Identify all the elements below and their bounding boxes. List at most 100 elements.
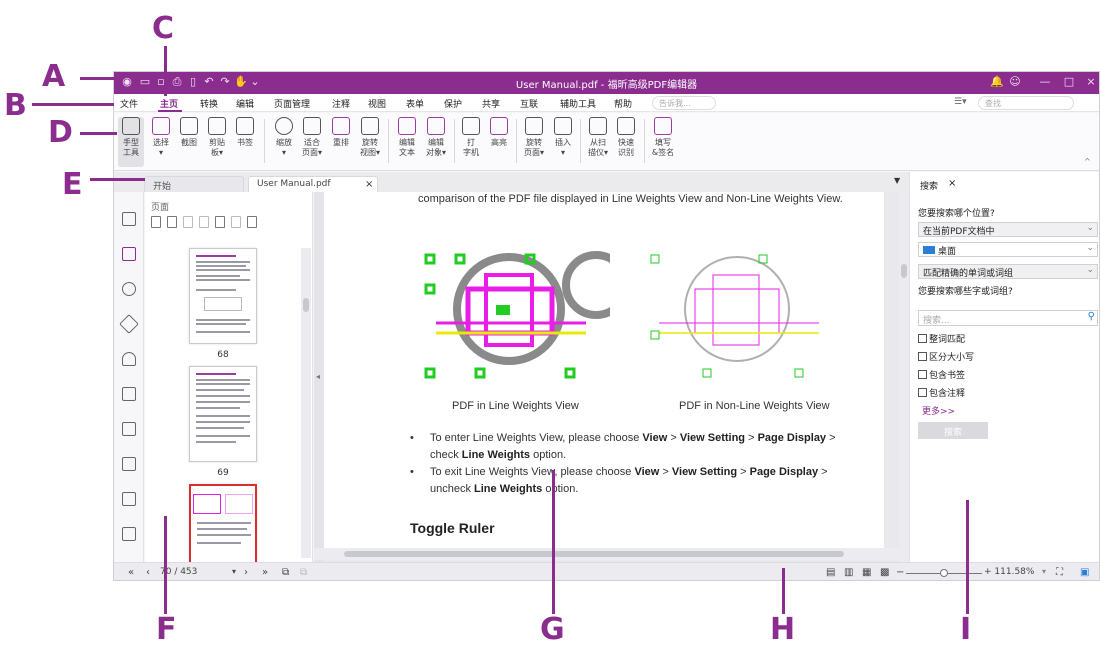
tab-start[interactable]: 开始 [144,176,244,192]
read-mode-icon[interactable]: ▣ [1080,567,1089,578]
menu-edit[interactable]: 编辑 [236,97,254,110]
menu-file[interactable]: 文件 [120,97,138,110]
page-tool-icon[interactable] [247,216,257,228]
next-page-icon[interactable]: › [244,567,248,578]
whole-word-checkbox[interactable]: 整词匹配 [918,332,965,345]
menu-convert[interactable]: 转换 [200,97,218,110]
menu-view[interactable]: 视图 [368,97,386,110]
minimize-icon[interactable]: — [1038,75,1052,89]
account-icon[interactable]: ☺ [1008,75,1022,89]
menu-connect[interactable]: 互联 [520,97,538,110]
bookmark-button[interactable]: 书签 [234,117,256,148]
page-dropdown-icon[interactable]: ▾ [232,567,236,576]
signature-panel-icon[interactable] [122,422,136,436]
case-sensitive-checkbox[interactable]: 区分大小写 [918,350,974,363]
search-button[interactable]: 搜索 [918,422,988,439]
zoom-button[interactable]: 缩放 ▾ [272,117,296,158]
hand-tool-button[interactable]: 手型 工具 [118,117,144,167]
insert-button[interactable]: 插入 ▾ [552,117,574,158]
menu-share[interactable]: 共享 [482,97,500,110]
search-folder-select[interactable]: 桌面 ⌄ [918,242,1098,257]
typewriter-button[interactable]: 打 字机 [460,117,482,158]
page-tool-icon[interactable] [231,216,241,228]
page-tool-icon[interactable] [167,216,177,228]
search-icon[interactable]: ⚲ [1088,311,1095,322]
menu-protect[interactable]: 保护 [444,97,462,110]
attachments-panel-icon[interactable] [122,352,136,366]
tab-close-icon[interactable]: × [365,179,373,190]
document-scrollbar[interactable] [899,192,909,562]
include-comments-checkbox[interactable]: 包含注释 [918,386,965,399]
document-view[interactable]: comparison of the PDF file displayed in … [314,192,899,562]
facing-page-icon[interactable]: ▦ [862,567,871,578]
tags-panel-icon[interactable] [122,527,136,541]
page-thumbnail[interactable] [189,248,257,344]
page-tool-icon[interactable] [215,216,225,228]
maximize-icon[interactable]: □ [1062,75,1076,89]
last-page-icon[interactable]: » [262,567,268,578]
page-tool-icon[interactable] [151,216,161,228]
close-icon[interactable]: × [1084,75,1098,89]
continuous-page-icon[interactable]: ▥ [844,567,853,578]
search-pane-close-icon[interactable]: × [948,178,956,189]
clipboard-button[interactable]: 剪贴 板▾ [206,117,228,158]
more-options-link[interactable]: 更多>> [922,404,955,417]
next-view-icon[interactable]: ⧉ [300,567,307,578]
from-scanner-button[interactable]: 从扫 描仪▾ [586,117,610,158]
destinations-panel-icon[interactable] [122,492,136,506]
menu-accessibility[interactable]: 辅助工具 [560,97,596,110]
first-page-icon[interactable]: « [128,567,134,578]
reflow-button[interactable]: 重排 [330,117,352,148]
menu-organize[interactable]: 页面管理 [274,97,310,110]
tell-me-input[interactable]: 告诉我... [652,96,716,110]
horizontal-scrollbar[interactable] [314,548,899,560]
edit-object-button[interactable]: 编辑 对象▾ [424,117,448,158]
fit-page-button[interactable]: 适合 页面▾ [300,117,324,158]
match-mode-select[interactable]: 匹配精确的单词或词组 ⌄ [918,264,1098,279]
pages-panel-icon[interactable] [122,247,136,261]
page-thumbnail[interactable] [189,366,257,462]
menu-help[interactable]: 帮助 [614,97,632,110]
bookmark-panel-icon[interactable] [122,212,136,226]
single-page-icon[interactable]: ▤ [826,567,835,578]
previous-page-icon[interactable]: ‹ [146,567,150,578]
security-panel-icon[interactable] [122,387,136,401]
tab-list-dropdown-icon[interactable]: ▼ [894,176,900,185]
find-input[interactable]: 查找 [978,96,1074,110]
include-bookmarks-checkbox[interactable]: 包含书签 [918,368,965,381]
scrollbar-thumb[interactable] [303,298,309,312]
find-options-icon[interactable]: ☰▾ [954,97,967,107]
page-tool-icon[interactable] [183,216,193,228]
layers-panel-icon[interactable] [119,314,139,334]
full-screen-icon[interactable]: ⛶ [1056,567,1063,578]
select-button[interactable]: 选择 ▾ [150,117,172,158]
thumbnail-scrollbar[interactable] [301,248,311,558]
continuous-facing-icon[interactable]: ▩ [880,567,889,578]
snapshot-button[interactable]: 截图 [178,117,200,148]
menu-comment[interactable]: 注释 [332,97,350,110]
scrollbar-thumb[interactable] [344,551,844,557]
search-input[interactable]: 搜索... ⚲ [918,310,1098,326]
zoom-dropdown-icon[interactable]: ▾ [1042,567,1046,576]
menu-form[interactable]: 表单 [406,97,424,110]
collapse-ribbon-icon[interactable]: ^ [1084,157,1091,166]
page-thumbnail-selected[interactable] [189,484,257,562]
zoom-level[interactable]: + 111.58% [984,567,1034,577]
content-panel-icon[interactable] [122,457,136,471]
search-scope-select[interactable]: 在当前PDF文档中 ⌄ [918,222,1098,237]
fill-sign-button[interactable]: 填写 &签名 [650,117,676,158]
collapse-panel-arrow-icon[interactable]: ◂ [316,372,320,381]
comments-panel-icon[interactable] [122,282,136,296]
bell-icon[interactable]: 🔔 [990,75,1004,89]
page-tool-icon[interactable] [199,216,209,228]
search-pane-tab[interactable]: 搜索 [920,179,938,192]
quick-ocr-button[interactable]: 快速 识别 [614,117,638,158]
rotate-page-button[interactable]: 旋转 页面▾ [522,117,546,158]
scrollbar-thumb[interactable] [901,264,907,278]
rotate-view-button[interactable]: 旋转 视图▾ [358,117,382,158]
zoom-out-icon[interactable]: − [896,567,904,578]
previous-view-icon[interactable]: ⧉ [282,567,289,578]
zoom-slider-handle[interactable] [940,569,948,577]
menu-home[interactable]: 主页 [160,97,178,110]
highlight-button[interactable]: 高亮 [488,117,510,148]
